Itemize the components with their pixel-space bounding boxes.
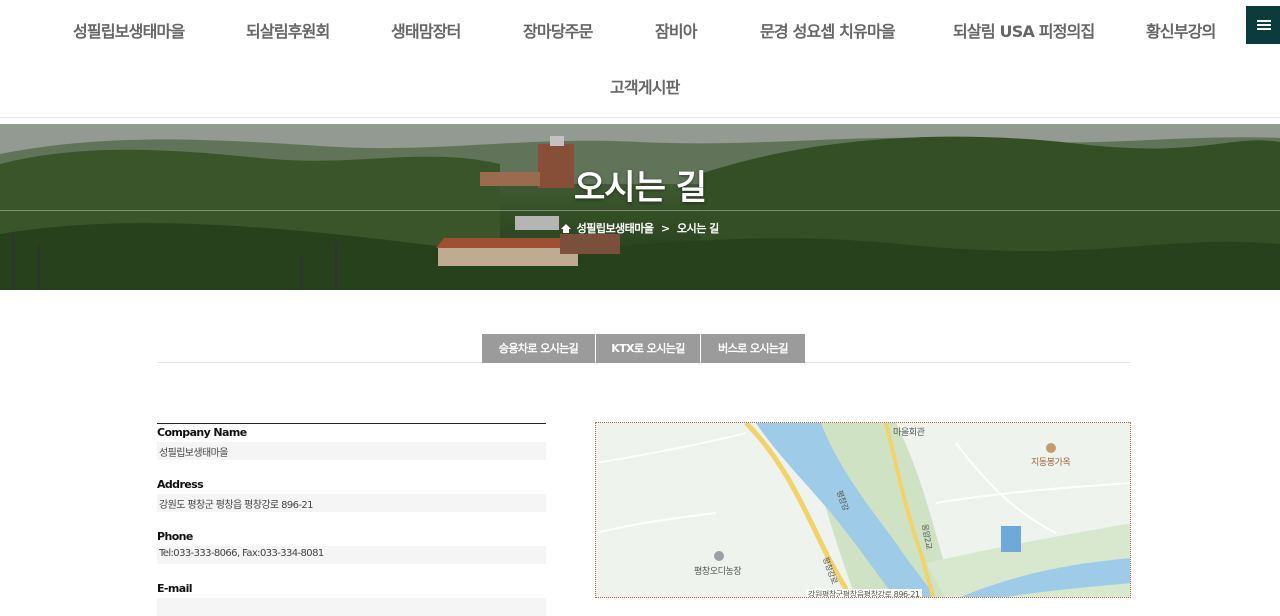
- map-label-farm: 평창오디농장: [694, 567, 742, 577]
- nav-row-2: 고객게시판: [0, 56, 1280, 112]
- nav-item-board[interactable]: 고객게시판: [610, 74, 680, 98]
- company-block: Company Name 성필립보생태마을: [157, 424, 546, 460]
- hamburger-menu-button[interactable]: [1246, 6, 1280, 44]
- map-address-marker[interactable]: 강원평창군평창읍평창강로 896-21: [806, 589, 922, 597]
- phone-value: Tel:033-333-8066, Fax:033-334-8081: [157, 546, 546, 564]
- tab-by-car[interactable]: 승용차로 오시는길: [482, 334, 595, 363]
- company-value: 성필립보생태마을: [157, 442, 546, 460]
- tab-by-ktx[interactable]: KTX로 오시는길: [596, 334, 700, 363]
- home-icon[interactable]: [561, 223, 572, 233]
- nav-item-zambia[interactable]: 잠비아: [655, 18, 698, 42]
- restaurant-icon[interactable]: [1046, 443, 1056, 453]
- phone-label: Phone: [157, 528, 546, 546]
- address-label: Address: [157, 476, 546, 494]
- page-title: 오시는 길: [574, 168, 707, 208]
- location-map[interactable]: 마을회관 지동봉가옥 평창오디농장 평창강 평창강로 응암2교 강원평창군평창읍…: [595, 422, 1131, 598]
- banner-divider: [0, 210, 1280, 211]
- nav-item-healing-village[interactable]: 문경 성요셉 치유마을: [760, 18, 896, 42]
- nav-item-lectures[interactable]: 황신부강의: [1146, 18, 1216, 42]
- company-label: Company Name: [157, 424, 546, 442]
- breadcrumb-item-home[interactable]: 성필립보생태마을: [577, 220, 654, 236]
- email-block: E-mail: [157, 580, 546, 616]
- nav-item-market-order[interactable]: 장마당주문: [523, 18, 593, 42]
- map-label-village-hall: 마을회관: [893, 428, 925, 438]
- page-banner: 오시는 길 성필립보생태마을 > 오시는 길: [0, 124, 1280, 290]
- nav-row-1: 성필립보생태마을 되살림후원회 생태맘장터 장마당주문 잠비아 문경 성요셉 치…: [0, 0, 1280, 56]
- phone-block: Phone Tel:033-333-8066, Fax:033-334-8081: [157, 528, 546, 564]
- hamburger-menu-icon: [1257, 20, 1271, 22]
- email-value: [157, 598, 546, 616]
- breadcrumb-separator: >: [660, 221, 670, 235]
- map-label-restaurant: 지동봉가옥: [1031, 458, 1071, 468]
- address-value: 강원도 평창군 평창읍 평창강로 896-21: [157, 494, 546, 512]
- nav-item-village[interactable]: 성필립보생태마을: [73, 18, 185, 42]
- hamburger-line: [1257, 28, 1271, 30]
- nav-item-eco-market[interactable]: 생태맘장터: [391, 18, 461, 42]
- email-label: E-mail: [157, 580, 546, 598]
- nav-item-usa-retreat[interactable]: 되살림 USA 피정의집: [953, 18, 1095, 42]
- breadcrumb-item-current: 오시는 길: [676, 222, 719, 235]
- tab-by-bus[interactable]: 버스로 오시는길: [701, 334, 805, 363]
- top-navigation: 성필립보생태마을 되살림후원회 생태맘장터 장마당주문 잠비아 문경 성요셉 치…: [0, 0, 1280, 118]
- breadcrumb: 성필립보생태마을 > 오시는 길: [0, 220, 1280, 236]
- nav-item-sponsors[interactable]: 되살림후원회: [246, 18, 330, 42]
- farm-icon[interactable]: [714, 551, 724, 561]
- address-block: Address 강원도 평창군 평창읍 평창강로 896-21: [157, 476, 546, 512]
- hamburger-line: [1257, 24, 1271, 26]
